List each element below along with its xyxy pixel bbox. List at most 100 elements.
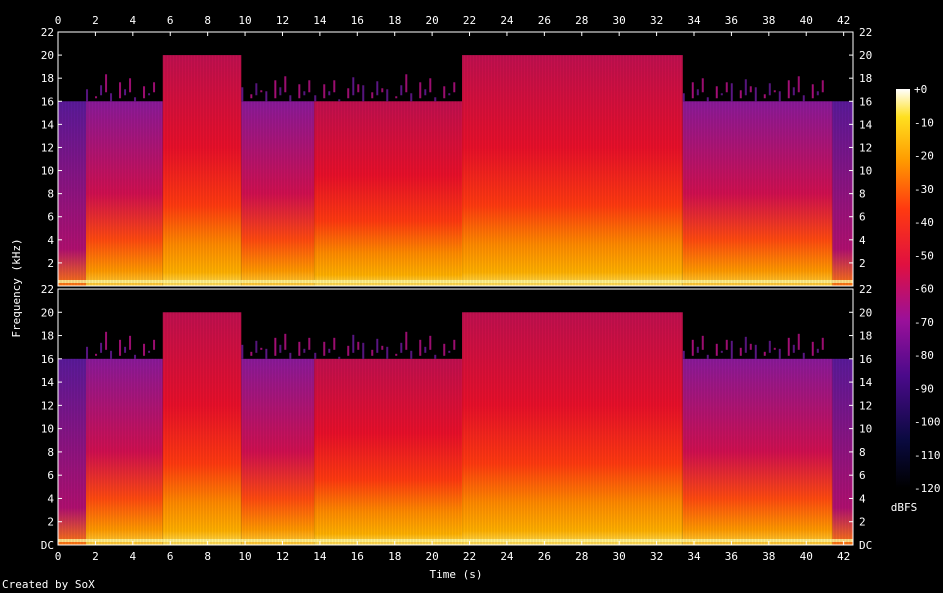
ytick-label-left: 10	[41, 423, 54, 436]
xtick-label-bottom: 24	[500, 550, 514, 563]
channel-2-spectrogram	[57, 289, 853, 545]
speck	[706, 354, 709, 359]
xtick-label-top: 28	[575, 14, 588, 27]
speck	[682, 93, 685, 102]
speck	[787, 337, 790, 356]
ytick-label-left: 12	[41, 399, 54, 412]
ytick-label-left: 18	[41, 330, 54, 343]
speck	[706, 97, 709, 102]
speck	[352, 334, 355, 353]
xtick-label-top: 2	[92, 14, 99, 27]
colorbar-tick-label: -110	[914, 449, 941, 462]
ytick-label-right: 22	[859, 26, 872, 39]
speck	[715, 343, 718, 356]
speck	[274, 80, 277, 99]
speck	[787, 80, 790, 99]
speck	[739, 90, 742, 99]
speck	[250, 94, 253, 99]
segment-1-6	[682, 101, 833, 286]
speck	[352, 77, 355, 96]
speck	[298, 341, 301, 356]
ytick-label-right: 14	[859, 118, 873, 131]
segment-1-3	[241, 101, 315, 286]
speck	[730, 340, 733, 359]
ytick-label-left: 4	[47, 492, 54, 505]
speck	[811, 341, 814, 356]
speck	[289, 352, 292, 359]
ytick-label-left: 20	[41, 306, 54, 319]
speck	[289, 95, 292, 102]
speck	[739, 347, 742, 356]
segment-1-5	[462, 55, 683, 286]
xtick-label-bottom: 26	[538, 550, 551, 563]
xtick-label-bottom: 6	[167, 550, 174, 563]
speck	[328, 91, 331, 96]
ytick-label-left: DC	[41, 539, 54, 552]
segment-2-3	[241, 358, 315, 545]
colorbar-tick-label: -70	[914, 316, 934, 329]
xtick-label-top: 16	[351, 14, 364, 27]
y-axis-label: Frequency (kHz)	[10, 238, 23, 337]
speck	[754, 87, 757, 102]
ytick-label-left: 16	[41, 95, 54, 108]
ytick-label-left: 18	[41, 72, 54, 85]
ytick-label-left: 2	[47, 257, 54, 270]
xtick-label-bottom: 20	[425, 550, 438, 563]
segment-2-6	[682, 358, 833, 545]
xtick-label-top: 38	[762, 14, 775, 27]
xtick-label-top: 14	[313, 14, 327, 27]
speck	[424, 346, 427, 353]
speck	[400, 85, 403, 96]
ytick-label-left: 10	[41, 165, 54, 178]
xtick-label-bottom: 4	[130, 550, 137, 563]
ytick-label-left: 6	[47, 211, 54, 224]
speck	[763, 94, 766, 99]
colorbar-tick-label: -50	[914, 249, 934, 262]
colorbar-tick-label: -100	[914, 416, 941, 429]
ytick-label-right: 20	[859, 306, 872, 319]
ytick-label-right: DC	[859, 539, 872, 552]
xtick-label-top: 18	[388, 14, 401, 27]
xtick-label-top: 30	[613, 14, 626, 27]
speck	[763, 351, 766, 356]
colorbar-label: dBFS	[891, 501, 918, 514]
ytick-label-left: 14	[41, 376, 55, 389]
spectrogram-chart: 22 2220 2018 1816 1614 1412 1210 108 86 64 42 222 22…	[10, 14, 941, 581]
xtick-label-bottom: 0	[55, 550, 62, 563]
ytick-label-right: 2	[859, 257, 866, 270]
xtick-label-top: 20	[425, 14, 438, 27]
xtick-label-top: 24	[500, 14, 514, 27]
colorbar-tick-label: -10	[914, 116, 934, 129]
speck	[265, 348, 268, 359]
xtick-label-bottom: 40	[800, 550, 813, 563]
ytick-label-right: 8	[859, 188, 866, 201]
colorbar-tick-label: +0	[914, 83, 927, 96]
xtick-label-top: 36	[725, 14, 738, 27]
speck	[802, 95, 805, 102]
xtick-label-top: 0	[55, 14, 62, 27]
xtick-label-top: 4	[130, 14, 137, 27]
speck	[730, 83, 733, 102]
xtick-label-bottom: 14	[313, 550, 327, 563]
x-axis-label: Time (s)	[430, 568, 483, 581]
xtick-label-bottom: 10	[238, 550, 251, 563]
ytick-label-right: 10	[859, 165, 872, 178]
colorbar-tick-label: -120	[914, 482, 941, 495]
colorbar-gradient-bar	[896, 89, 910, 488]
xtick-label-bottom: 36	[725, 550, 738, 563]
ytick-label-right: 12	[859, 399, 872, 412]
ytick-label-left: 4	[47, 234, 54, 247]
xtick-label-top: 32	[650, 14, 663, 27]
ytick-label-left: 22	[41, 26, 54, 39]
ytick-label-left: 12	[41, 141, 54, 154]
ytick-label-right: 4	[859, 234, 866, 247]
xtick-label-top: 10	[238, 14, 251, 27]
xtick-label-bottom: 8	[204, 550, 211, 563]
xtick-label-top: 40	[800, 14, 813, 27]
speck	[802, 352, 805, 359]
xtick-label-top: 34	[687, 14, 701, 27]
xtick-label-bottom: 16	[351, 550, 364, 563]
ytick-label-right: 8	[859, 446, 866, 459]
ytick-label-right: 14	[859, 376, 873, 389]
xtick-label-bottom: 2	[92, 550, 99, 563]
